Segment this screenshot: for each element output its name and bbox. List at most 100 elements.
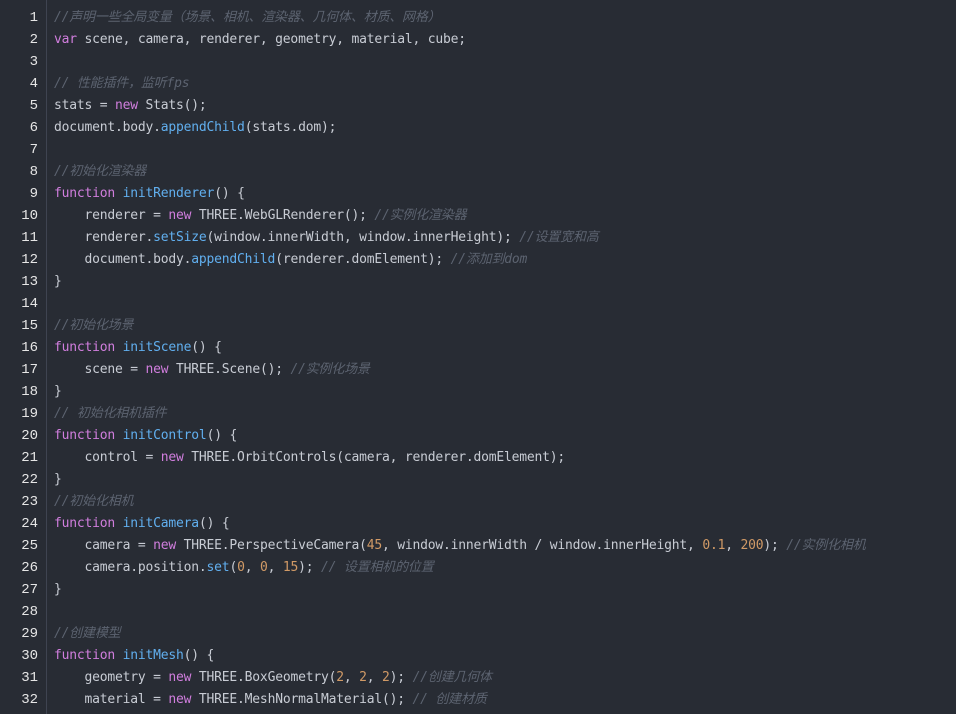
code-text: function initControl() { <box>54 425 237 447</box>
code-token: document.body. <box>54 252 192 267</box>
keyword-token: function <box>54 516 116 531</box>
code-line[interactable]: 16 function initScene() { <box>0 337 956 359</box>
comment-token: // 创建材质 <box>412 692 487 707</box>
code-line[interactable]: 20 function initControl() { <box>0 425 956 447</box>
code-token: (window.innerWidth, window.innerHeight); <box>206 230 520 245</box>
code-text: document.body.appendChild(renderer.domEl… <box>54 249 528 271</box>
function-name-token: appendChild <box>160 120 245 135</box>
line-number: 4 <box>29 76 38 92</box>
code-text: var scene, camera, renderer, geometry, m… <box>54 29 466 51</box>
line-number: 24 <box>21 516 38 532</box>
code-text: //初始化渲染器 <box>54 161 146 183</box>
line-number: 13 <box>21 274 38 290</box>
code-token: ); <box>298 560 322 575</box>
line-number: 28 <box>21 604 38 620</box>
keyword-token: new <box>115 98 138 113</box>
code-token: , <box>267 560 283 575</box>
code-line[interactable]: 5 stats = new Stats(); <box>0 95 956 117</box>
code-token: ); <box>389 670 413 685</box>
comment-token: //初始化渲染器 <box>54 164 147 179</box>
code-line[interactable]: 30 function initMesh() { <box>0 645 956 667</box>
code-line[interactable]: 1 //声明一些全局变量（场景、相机、渲染器、几何体、材质、网格） <box>0 7 956 29</box>
comment-token: // 初始化相机插件 <box>54 406 167 421</box>
code-line[interactable]: 25 camera = new THREE.PerspectiveCamera(… <box>0 535 956 557</box>
code-text: } <box>54 381 62 403</box>
code-line[interactable]: 19 // 初始化相机插件 <box>0 403 956 425</box>
code-editor[interactable]: 1 //声明一些全局变量（场景、相机、渲染器、几何体、材质、网格） 2 var sce… <box>0 0 956 714</box>
code-text: } <box>54 579 62 601</box>
line-number: 32 <box>21 692 38 708</box>
keyword-token: new <box>153 538 177 553</box>
code-text: function initMesh() { <box>54 645 214 667</box>
code-line[interactable]: 23 //初始化相机 <box>0 491 956 513</box>
code-text: material = new THREE.MeshNormalMaterial(… <box>54 689 487 711</box>
line-number: 3 <box>29 54 38 70</box>
code-token: ); <box>763 538 787 553</box>
code-token: THREE.BoxGeometry( <box>191 670 337 685</box>
code-line[interactable]: 28 <box>0 601 956 623</box>
code-line[interactable]: 3 <box>0 51 956 73</box>
function-name-token: initMesh <box>122 648 184 663</box>
code-line[interactable]: 22} <box>0 469 956 491</box>
code-line[interactable]: 31 geometry = new THREE.BoxGeometry(2, 2… <box>0 667 956 689</box>
code-line[interactable]: 11 renderer.setSize(window.innerWidth, w… <box>0 227 956 249</box>
code-token: material = <box>54 692 169 707</box>
code-line[interactable]: 21 control = new THREE.OrbitControls(cam… <box>0 447 956 469</box>
number-token: 200 <box>740 538 764 553</box>
number-token: 2 <box>336 670 344 685</box>
code-text: //初始化相机 <box>54 491 133 513</box>
comment-token: //设置宽和高 <box>519 230 599 245</box>
keyword-token: function <box>54 428 116 443</box>
line-number: 21 <box>21 450 38 466</box>
code-text: } <box>54 469 62 491</box>
code-line[interactable]: 15 //初始化场景 <box>0 315 956 337</box>
line-number: 14 <box>21 296 38 312</box>
line-number: 8 <box>29 164 38 180</box>
code-text: control = new THREE.OrbitControls(camera… <box>54 447 566 469</box>
code-line[interactable]: 4 // 性能插件，监听fps <box>0 73 956 95</box>
code-line[interactable]: 24 function initCamera() { <box>0 513 956 535</box>
comment-token: //实例化渲染器 <box>374 208 467 223</box>
line-number: 17 <box>21 362 38 378</box>
number-token: 0 <box>259 560 268 575</box>
code-token: scene, camera, renderer, geometry, mater… <box>76 32 467 47</box>
number-token: 0.1 <box>702 538 726 553</box>
keyword-token: new <box>168 208 192 223</box>
line-number: 19 <box>21 406 38 422</box>
code-text: } <box>54 271 62 293</box>
code-token: , <box>725 538 741 553</box>
code-line[interactable]: 26 camera.position.set(0, 0, 15); // 设置相… <box>0 557 956 579</box>
code-line[interactable]: 6 document.body.appendChild(stats.dom); <box>0 117 956 139</box>
code-text: //初始化场景 <box>54 315 133 337</box>
number-token: 2 <box>359 670 367 685</box>
code-token: camera = <box>54 538 154 553</box>
comment-token: //声明一些全局变量（场景、相机、渲染器、几何体、材质、网格） <box>54 10 441 25</box>
line-number: 31 <box>21 670 38 686</box>
code-token: (stats.dom); <box>244 120 337 135</box>
code-line[interactable]: 12 document.body.appendChild(renderer.do… <box>0 249 956 271</box>
code-line[interactable]: 10 renderer = new THREE.WebGLRenderer();… <box>0 205 956 227</box>
code-token: () { <box>198 516 230 531</box>
code-token: Stats(); <box>137 98 207 113</box>
code-line[interactable]: 17 scene = new THREE.Scene(); //实例化场景 <box>0 359 956 381</box>
number-token: 2 <box>382 670 390 685</box>
code-line[interactable]: 27} <box>0 579 956 601</box>
code-token: THREE.WebGLRenderer(); <box>191 208 375 223</box>
code-line[interactable]: 14 <box>0 293 956 315</box>
function-name-token: set <box>206 560 230 575</box>
code-line[interactable]: 18} <box>0 381 956 403</box>
code-line[interactable]: 13} <box>0 271 956 293</box>
code-line[interactable]: 32 material = new THREE.MeshNormalMateri… <box>0 689 956 711</box>
code-line[interactable]: 7 <box>0 139 956 161</box>
code-text: //创建模型 <box>54 623 121 645</box>
comment-token: // 设置相机的位置 <box>321 560 434 575</box>
code-line[interactable]: 8 //初始化渲染器 <box>0 161 956 183</box>
code-text: scene = new THREE.Scene(); //实例化场景 <box>54 359 370 381</box>
code-line[interactable]: 9 function initRenderer() { <box>0 183 956 205</box>
line-number: 23 <box>21 494 38 510</box>
code-line[interactable]: 2 var scene, camera, renderer, geometry, … <box>0 29 956 51</box>
code-line[interactable]: 29 //创建模型 <box>0 623 956 645</box>
line-number: 26 <box>21 560 38 576</box>
